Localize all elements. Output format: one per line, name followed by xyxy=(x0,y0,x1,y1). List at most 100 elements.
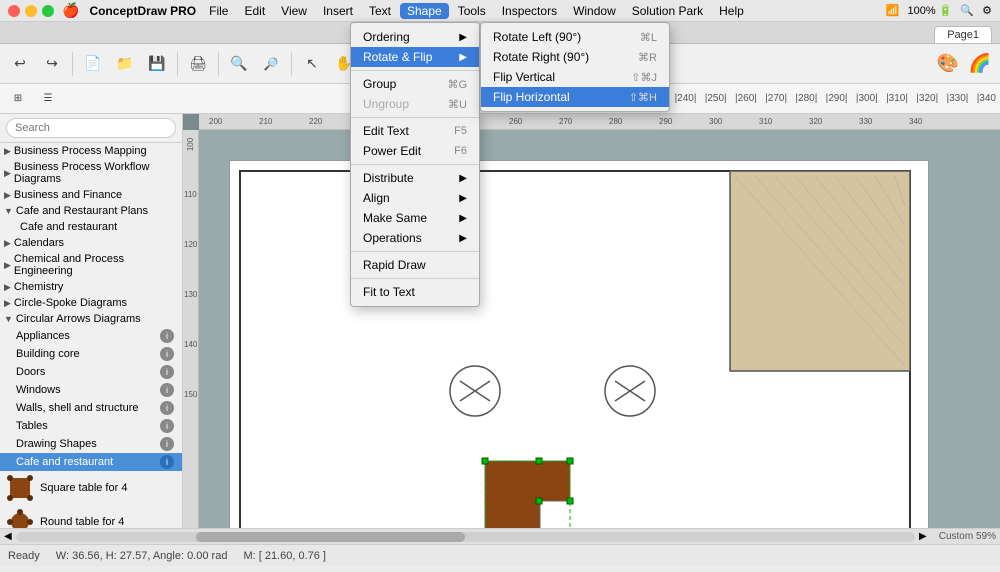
menu-align[interactable]: Align ▶ xyxy=(351,188,479,208)
sidebar-sub-appliances[interactable]: Appliances i xyxy=(0,327,182,345)
pointer-tool[interactable]: ↖ xyxy=(298,50,326,78)
count-badge: i xyxy=(160,437,174,451)
main-area: ▶ Business Process Mapping ▶ Business Pr… xyxy=(0,114,1000,528)
menu-tools[interactable]: Tools xyxy=(451,3,493,19)
sidebar-item-business-workflow[interactable]: ▶ Business Process Workflow Diagrams xyxy=(0,159,182,187)
sidebar-sub-building-core[interactable]: Building core i xyxy=(0,345,182,363)
scroll-thumb[interactable] xyxy=(196,532,466,542)
tab-page1[interactable]: Page1 xyxy=(934,26,992,43)
sidebar-label: Calendars xyxy=(14,237,64,249)
menu-ordering[interactable]: Ordering ▶ xyxy=(351,27,479,47)
shape-item-square-table-4[interactable]: Square table for 4 xyxy=(0,471,182,505)
undo-button[interactable]: ↩ xyxy=(6,50,34,78)
sidebar-sub-tables[interactable]: Tables i xyxy=(0,417,182,435)
save-button[interactable]: 💾 xyxy=(143,50,171,78)
menu-operations[interactable]: Operations ▶ xyxy=(351,228,479,248)
sidebar-item-business-process-mapping[interactable]: ▶ Business Process Mapping xyxy=(0,143,182,159)
sidebar-sub-doors[interactable]: Doors i xyxy=(0,363,182,381)
sidebar-item-calendars[interactable]: ▶ Calendars xyxy=(0,235,182,251)
grid-toggle[interactable]: ⊞ xyxy=(4,85,32,113)
sidebar-label: Business Process Mapping xyxy=(14,145,147,157)
menu-rotate-flip[interactable]: Rotate & Flip ▶ xyxy=(351,47,479,67)
menu-inspectors[interactable]: Inspectors xyxy=(495,3,564,19)
menu-insert[interactable]: Insert xyxy=(316,3,360,19)
menu-item-label: Power Edit xyxy=(363,144,421,158)
shape-item-round-table-4[interactable]: Round table for 4 xyxy=(0,505,182,528)
menu-edit[interactable]: Edit xyxy=(237,3,272,19)
menu-file[interactable]: File xyxy=(202,3,235,19)
count-badge: i xyxy=(160,347,174,361)
redo-button[interactable]: ↪ xyxy=(38,50,66,78)
app-name[interactable]: ConceptDraw PRO xyxy=(89,4,196,18)
menu-flip-horizontal[interactable]: Flip Horizontal ⇧⌘H xyxy=(481,87,669,107)
minimize-button[interactable] xyxy=(25,5,37,17)
color-picker-button[interactable]: 🎨 xyxy=(934,50,962,78)
subsection-label: Walls, shell and structure xyxy=(16,402,138,414)
menu-group[interactable]: Group ⌘G xyxy=(351,74,479,94)
sidebar-item-cafe-and-restaurant[interactable]: Cafe and restaurant xyxy=(0,219,182,235)
menu-make-same[interactable]: Make Same ▶ xyxy=(351,208,479,228)
sidebar-sub-windows[interactable]: Windows i xyxy=(0,381,182,399)
maximize-button[interactable] xyxy=(42,5,54,17)
chevron-right-icon: ▶ xyxy=(4,238,11,249)
scroll-right-button[interactable]: ▶ xyxy=(919,531,927,542)
search-menubar-icon[interactable]: 🔍 xyxy=(960,4,974,17)
sidebar-item-circular-arrows[interactable]: ▼ Circular Arrows Diagrams xyxy=(0,311,182,327)
window-controls[interactable] xyxy=(8,5,54,17)
count-badge: i xyxy=(160,455,174,469)
chevron-right-icon: ▶ xyxy=(4,298,11,309)
sidebar-item-chemical[interactable]: ▶ Chemical and Process Engineering xyxy=(0,251,182,279)
menu-rotate-left[interactable]: Rotate Left (90°) ⌘L xyxy=(481,27,669,47)
shape-label: Square table for 4 xyxy=(40,482,127,494)
menu-item-label: Align xyxy=(363,191,390,205)
menu-flip-vertical[interactable]: Flip Vertical ⇧⌘J xyxy=(481,67,669,87)
list-view[interactable]: ☰ xyxy=(34,85,62,113)
menu-help[interactable]: Help xyxy=(712,3,751,19)
menu-ungroup[interactable]: Ungroup ⌘U xyxy=(351,94,479,114)
canvas-area[interactable]: 200 210 220 230 240 250 260 270 280 290 … xyxy=(183,114,1000,528)
shortcut-label: ⇧⌘H xyxy=(629,91,657,104)
menu-solution-park[interactable]: Solution Park xyxy=(625,3,710,19)
zoom-out-button[interactable]: 🔎 xyxy=(257,50,285,78)
control-center-icon[interactable]: ⚙ xyxy=(982,4,992,17)
sidebar-item-circle-spoke[interactable]: ▶ Circle-Spoke Diagrams xyxy=(0,295,182,311)
sidebar-label: Circle-Spoke Diagrams xyxy=(14,297,127,309)
menu-rapid-draw[interactable]: Rapid Draw xyxy=(351,255,479,275)
menu-item-label: Make Same xyxy=(363,211,427,225)
sidebar-item-chemistry[interactable]: ▶ Chemistry xyxy=(0,279,182,295)
menu-distribute[interactable]: Distribute ▶ xyxy=(351,168,479,188)
subsection-label: Windows xyxy=(16,384,61,396)
sidebar-sub-cafe-restaurant[interactable]: Cafe and restaurant i xyxy=(0,453,182,471)
search-input[interactable] xyxy=(6,118,176,138)
floor-plan-svg xyxy=(230,161,930,528)
menu-fit-to-text[interactable]: Fit to Text xyxy=(351,282,479,302)
canvas-content[interactable] xyxy=(199,130,1000,528)
horizontal-scrollbar[interactable]: ◀ ▶ Custom 59% xyxy=(0,528,1000,544)
sidebar-item-business-finance[interactable]: ▶ Business and Finance xyxy=(0,187,182,203)
close-button[interactable] xyxy=(8,5,20,17)
menu-item-label: Rotate Left (90°) xyxy=(493,30,581,44)
sidebar-sub-drawing-shapes[interactable]: Drawing Shapes i xyxy=(0,435,182,453)
new-button[interactable]: 📄 xyxy=(79,50,107,78)
subsection-label: Tables xyxy=(16,420,48,432)
menu-item-label: Ungroup xyxy=(363,97,409,111)
zoom-in-button[interactable]: 🔍 xyxy=(225,50,253,78)
scroll-left-button[interactable]: ◀ xyxy=(4,531,12,542)
menu-view[interactable]: View xyxy=(274,3,314,19)
shape-menu: Ordering ▶ Rotate & Flip ▶ Group ⌘G Ungr… xyxy=(350,22,480,307)
print-button[interactable]: 🖨 xyxy=(184,50,212,78)
sidebar-item-cafe-plans[interactable]: ▼ Cafe and Restaurant Plans xyxy=(0,203,182,219)
open-button[interactable]: 📁 xyxy=(111,50,139,78)
menu-shape[interactable]: Shape xyxy=(400,3,449,19)
apple-menu[interactable]: 🍎 xyxy=(62,2,79,19)
menu-edit-text[interactable]: Edit Text F5 xyxy=(351,121,479,141)
sidebar-sub-walls[interactable]: Walls, shell and structure i xyxy=(0,399,182,417)
menu-text[interactable]: Text xyxy=(362,3,398,19)
menu-window[interactable]: Window xyxy=(566,3,623,19)
count-badge: i xyxy=(160,365,174,379)
scroll-track[interactable] xyxy=(16,532,915,542)
menu-rotate-right[interactable]: Rotate Right (90°) ⌘R xyxy=(481,47,669,67)
statusbar: Ready W: 36.56, H: 27.57, Angle: 0.00 ra… xyxy=(0,544,1000,566)
theme-button[interactable]: 🌈 xyxy=(966,50,994,78)
menu-power-edit[interactable]: Power Edit F6 xyxy=(351,141,479,161)
